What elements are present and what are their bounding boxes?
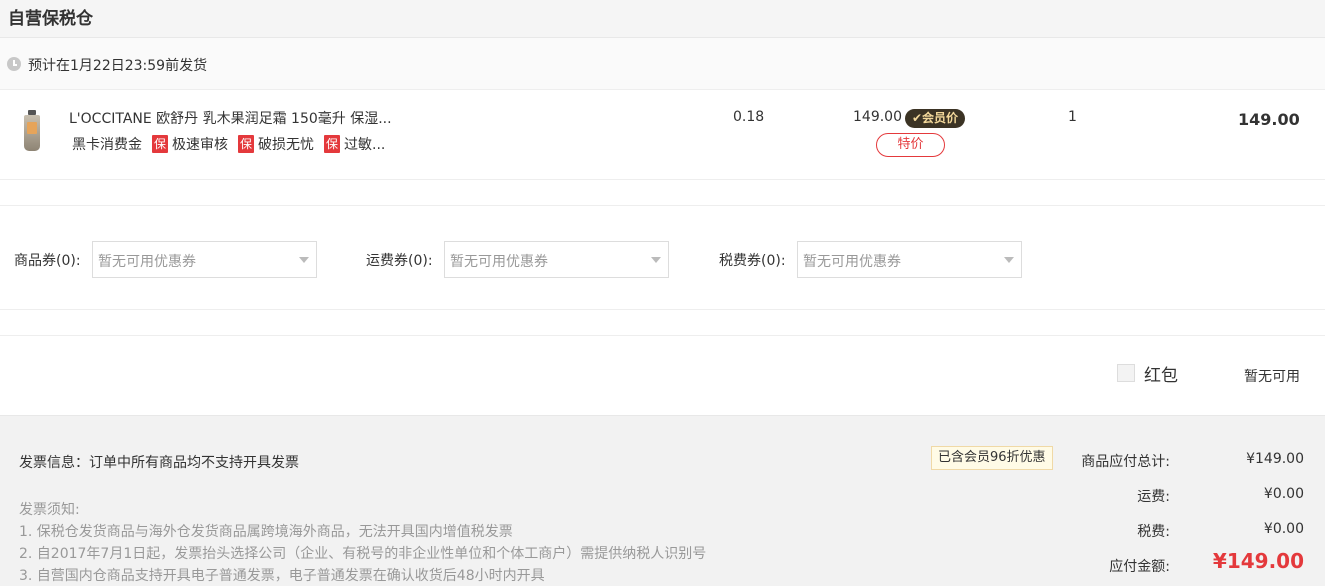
guarantee-icon: 保 <box>152 135 168 153</box>
payable-amount-value: ¥149.00 <box>1212 549 1304 573</box>
tax-rate: 0.18 <box>733 109 765 125</box>
product-tags: 黑卡消费金 保 极速审核 保 破损无忧 保 过敏... <box>72 134 395 154</box>
quantity: 1 <box>1068 109 1077 125</box>
goods-total-label: 商品应付总计: <box>1081 454 1170 470</box>
tax-coupon-value: 暂无可用优惠券 <box>803 254 901 270</box>
guarantee-icon: 保 <box>324 135 340 153</box>
chevron-down-icon <box>299 257 309 263</box>
section-header: 自营保税仓 <box>0 0 1325 38</box>
red-packet-label: 红包 <box>1144 366 1178 386</box>
special-price-tag: 特价 <box>876 133 945 157</box>
tax-coupon-select[interactable]: 暂无可用优惠券 <box>797 241 1022 278</box>
tag-damage-free[interactable]: 破损无忧 <box>258 134 314 154</box>
chevron-down-icon <box>1004 257 1014 263</box>
red-packet-status: 暂无可用 <box>1244 369 1300 385</box>
clock-icon <box>7 57 21 71</box>
shipping-fee-label: 运费: <box>1137 489 1170 505</box>
goods-coupon-label: 商品券(0): <box>14 253 81 269</box>
goods-coupon-select[interactable]: 暂无可用优惠券 <box>92 241 317 278</box>
guarantee-icon: 保 <box>238 135 254 153</box>
red-packet-section: 红包 暂无可用 <box>0 335 1325 415</box>
member-discount-badge: 已含会员96折优惠 <box>931 446 1053 470</box>
tag-black-card: 黑卡消费金 <box>72 137 142 153</box>
invoice-notice-line: 1. 保税仓发货商品与海外仓发货商品属跨境海外商品，无法开具国内增值税发票 <box>19 524 513 540</box>
chevron-down-icon <box>651 257 661 263</box>
shipping-estimate-text: 预计在1月22日23:59前发货 <box>28 58 208 74</box>
tax-fee-label: 税费: <box>1137 524 1170 540</box>
shipping-coupon-value: 暂无可用优惠券 <box>450 254 548 270</box>
invoice-notice-line: 2. 自2017年7月1日起，发票抬头选择公司（企业、有税号的非企业性单位和个体… <box>19 546 707 562</box>
product-row: L'OCCITANE 欧舒丹 乳木果润足霜 150毫升 保湿... 黑卡消费金 … <box>0 90 1325 180</box>
goods-total-value: ¥149.00 <box>1246 451 1304 467</box>
shipping-estimate-row: 预计在1月22日23:59前发货 <box>0 38 1325 90</box>
product-name-link[interactable]: L'OCCITANE 欧舒丹 乳木果润足霜 150毫升 保湿... <box>69 108 392 128</box>
shipping-coupon-label: 运费券(0): <box>366 253 433 269</box>
order-summary-panel: 发票信息：订单中所有商品均不支持开具发票 发票须知: 1. 保税仓发货商品与海外… <box>0 415 1325 586</box>
tax-fee-value: ¥0.00 <box>1263 521 1304 537</box>
coupon-section: 商品券(0): 暂无可用优惠券 运费券(0): 暂无可用优惠券 税费券(0): … <box>0 205 1325 310</box>
tax-coupon-label: 税费券(0): <box>719 253 786 269</box>
tag-fast-review[interactable]: 极速审核 <box>172 134 228 154</box>
red-packet-checkbox[interactable] <box>1117 364 1135 382</box>
item-subtotal: 149.00 <box>1238 110 1300 129</box>
goods-coupon-value: 暂无可用优惠券 <box>98 254 196 270</box>
section-title: 自营保税仓 <box>8 9 93 29</box>
unit-price: 149.00 <box>853 109 902 125</box>
invoice-notice-line: 3. 自营国内仓商品支持开具电子普通发票，电子普通发票在确认收货后48小时内开具 <box>19 568 545 584</box>
payable-amount-label: 应付金额: <box>1109 559 1170 575</box>
shipping-fee-value: ¥0.00 <box>1263 486 1304 502</box>
invoice-notice-title: 发票须知: <box>19 502 80 518</box>
invoice-info: 发票信息：订单中所有商品均不支持开具发票 <box>19 455 299 471</box>
shipping-coupon-select[interactable]: 暂无可用优惠券 <box>444 241 669 278</box>
product-thumbnail[interactable] <box>20 110 44 154</box>
member-price-badge: ✔会员价 <box>905 109 966 128</box>
tag-allergy[interactable]: 过敏... <box>344 134 385 154</box>
